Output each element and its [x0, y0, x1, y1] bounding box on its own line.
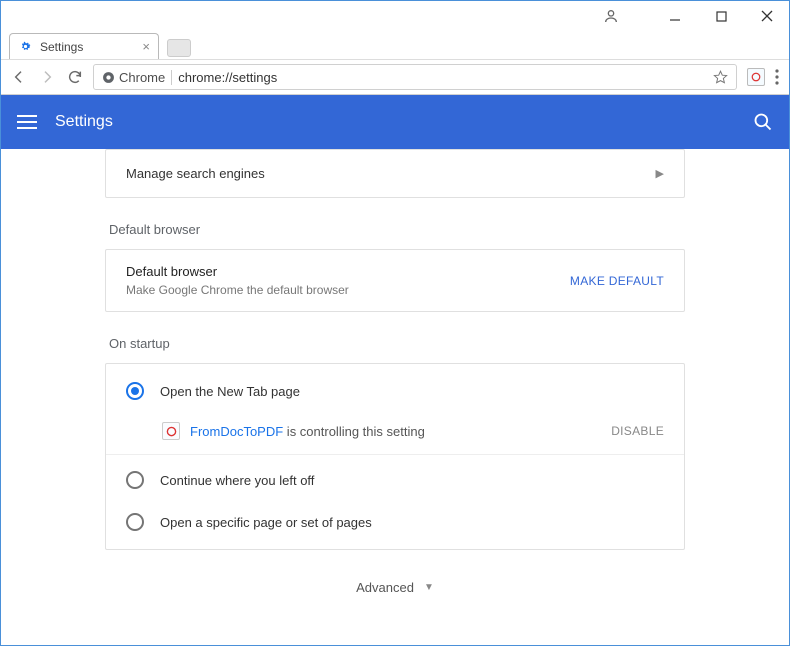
extension-icon — [162, 422, 180, 440]
startup-option-specific-pages[interactable]: Open a specific page or set of pages — [106, 501, 684, 543]
startup-option-continue[interactable]: Continue where you left off — [106, 459, 684, 501]
on-startup-section-label: On startup — [105, 312, 685, 363]
maximize-button[interactable] — [707, 2, 735, 30]
extension-notice-text: FromDocToPDF is controlling this setting — [190, 424, 425, 439]
bookmark-star-icon[interactable] — [713, 70, 728, 85]
startup-option-label: Continue where you left off — [160, 473, 314, 488]
default-browser-title: Default browser — [126, 264, 349, 279]
content-area: Manage search engines ▶ Default browser … — [1, 149, 789, 645]
back-button[interactable] — [11, 69, 27, 85]
default-browser-section-label: Default browser — [105, 198, 685, 249]
manage-search-engines-label: Manage search engines — [126, 166, 265, 181]
on-startup-card: Open the New Tab page FromDocToPDF is co… — [105, 363, 685, 550]
scheme-chip: Chrome — [102, 70, 172, 85]
extension-controlling-notice: FromDocToPDF is controlling this setting… — [106, 412, 684, 455]
menu-button[interactable] — [775, 69, 779, 85]
search-icon[interactable] — [753, 112, 773, 132]
advanced-toggle[interactable]: Advanced ▼ — [105, 550, 685, 625]
advanced-label: Advanced — [356, 580, 414, 595]
radio-unselected-icon — [126, 471, 144, 489]
startup-option-label: Open a specific page or set of pages — [160, 515, 372, 530]
reload-button[interactable] — [67, 69, 83, 85]
menu-icon[interactable] — [17, 115, 37, 129]
settings-header: Settings — [1, 95, 789, 149]
minimize-button[interactable] — [661, 2, 689, 30]
extension-suffix-text: is controlling this setting — [283, 424, 425, 439]
profile-icon[interactable] — [599, 4, 623, 28]
search-engines-card: Manage search engines ▶ — [105, 149, 685, 198]
extension-name-link[interactable]: FromDocToPDF — [190, 424, 283, 439]
tab-strip: Settings × — [1, 31, 789, 59]
url-text: chrome://settings — [178, 70, 277, 85]
tab-title: Settings — [40, 40, 83, 54]
chevron-right-icon: ▶ — [656, 167, 664, 180]
default-browser-card: Default browser Make Google Chrome the d… — [105, 249, 685, 312]
forward-button[interactable] — [39, 69, 55, 85]
manage-search-engines-row[interactable]: Manage search engines ▶ — [106, 150, 684, 197]
toolbar: Chrome chrome://settings — [1, 59, 789, 95]
page-title: Settings — [55, 113, 113, 131]
new-tab-button[interactable] — [167, 39, 191, 57]
address-bar[interactable]: Chrome chrome://settings — [93, 64, 737, 90]
disable-extension-button[interactable]: DISABLE — [611, 424, 664, 438]
tab-close-icon[interactable]: × — [142, 39, 150, 54]
make-default-button[interactable]: MAKE DEFAULT — [570, 274, 664, 288]
scheme-label: Chrome — [119, 70, 165, 85]
radio-selected-icon — [126, 382, 144, 400]
browser-tab[interactable]: Settings × — [9, 33, 159, 59]
extension-toolbar-icon[interactable] — [747, 68, 765, 86]
startup-option-label: Open the New Tab page — [160, 384, 300, 399]
chevron-down-icon: ▼ — [424, 582, 434, 593]
radio-unselected-icon — [126, 513, 144, 531]
default-browser-subtitle: Make Google Chrome the default browser — [126, 283, 349, 297]
settings-favicon-icon — [18, 40, 32, 54]
chrome-info-icon — [102, 71, 115, 84]
window-titlebar — [1, 1, 789, 31]
close-window-button[interactable] — [753, 2, 781, 30]
startup-option-new-tab[interactable]: Open the New Tab page — [106, 370, 684, 412]
